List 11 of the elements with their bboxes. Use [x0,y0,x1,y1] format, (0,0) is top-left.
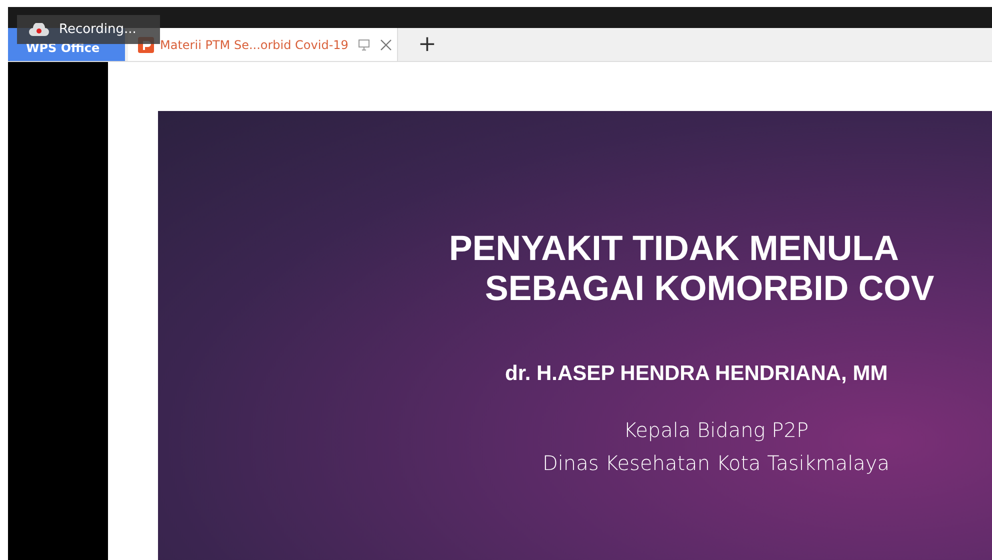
slide-title: SEBAGAI KOMORBID COV [485,269,936,309]
monitor-icon[interactable] [358,38,370,50]
slide-title: PENYAKIT TIDAK MENULA [449,229,900,269]
document-tab[interactable]: Materii PTM Se...orbid Covid-19 [128,28,398,61]
slide-subtitle: Dinas Kesehatan Kota Tasikmalaya [541,450,891,477]
tab-label: Materii PTM Se...orbid Covid-19 [160,38,348,52]
close-icon[interactable] [380,38,392,50]
slide-author: dr. H.ASEP HENDRA HENDRIANA, MM [505,362,889,386]
record-icon [29,22,49,36]
new-tab-button[interactable]: + [412,28,442,61]
slide-subtitle: Kepala Bidang P2P [622,417,810,444]
